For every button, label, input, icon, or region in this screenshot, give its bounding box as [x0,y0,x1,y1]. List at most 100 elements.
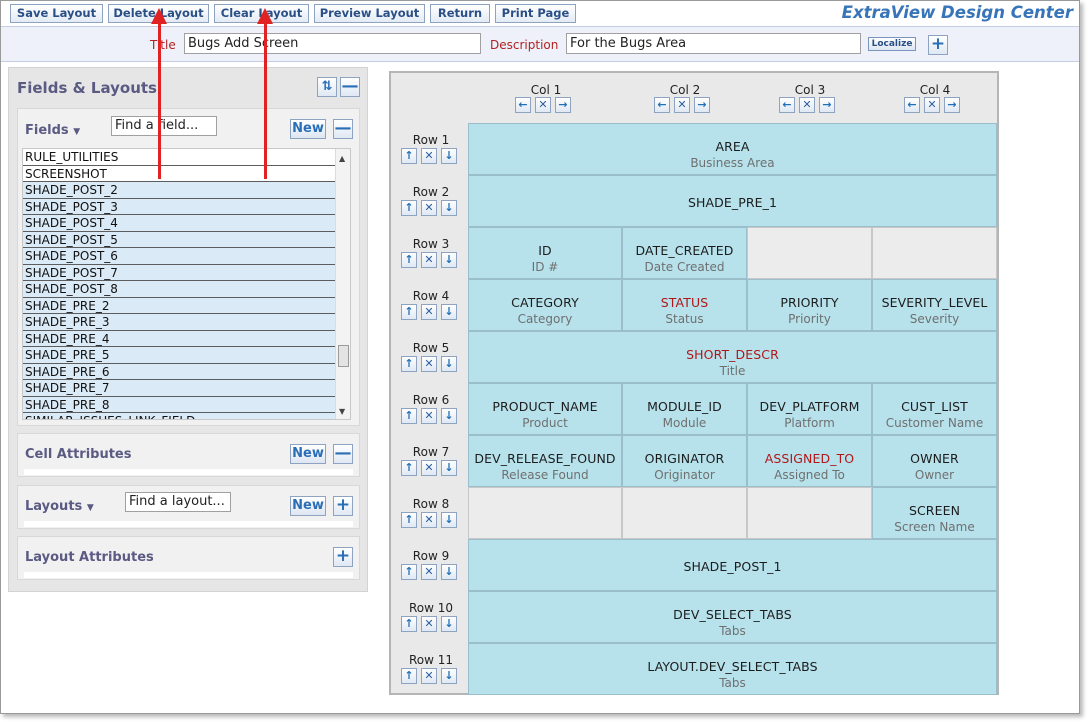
field-list-item[interactable]: SHADE_POST_7 [23,264,336,281]
find-layout-input[interactable]: Find a layout... [125,492,231,512]
move-row-up-icon[interactable]: ↑ [401,460,417,476]
layout-cell[interactable]: DEV_SELECT_TABS Tabs [468,591,997,643]
preview-layout-button[interactable]: Preview Layout [314,4,425,23]
description-input[interactable]: For the Bugs Area [566,33,861,54]
layout-cell[interactable]: SHORT_DESCR Title [468,331,997,383]
layout-cell[interactable]: SCREEN Screen Name [872,487,997,539]
move-row-down-icon[interactable]: ↓ [441,304,457,320]
remove-row-icon[interactable]: ✕ [421,356,437,372]
layout-cell[interactable]: DEV_PLATFORM Platform [747,383,872,435]
move-row-down-icon[interactable]: ↓ [441,200,457,216]
field-list-item[interactable]: RULE_UTILITIES [23,149,336,166]
scroll-down-icon[interactable]: ▼ [339,407,345,416]
move-row-up-icon[interactable]: ↑ [401,200,417,216]
empty-cell[interactable] [872,227,997,279]
remove-column-icon[interactable]: ✕ [924,97,940,113]
add-layout-icon[interactable]: + [333,496,353,516]
layout-cell[interactable]: LAYOUT.DEV_SELECT_TABS Tabs [468,643,997,695]
move-column-left-icon[interactable]: ← [654,97,670,113]
field-list-item[interactable]: SIMILAR_ISSUES_LINK_FIELD [23,413,336,419]
layout-cell[interactable]: AREA Business Area [468,123,997,175]
new-layout-button[interactable]: New [290,496,326,516]
move-row-down-icon[interactable]: ↓ [441,252,457,268]
remove-field-icon[interactable]: — [333,119,353,139]
fields-label[interactable]: Fields ▼ [25,123,80,138]
field-list-item[interactable]: SHADE_POST_3 [23,198,336,215]
add-layout-attribute-icon[interactable]: + [333,547,353,567]
layout-cell[interactable]: SHADE_POST_1 [468,539,997,591]
scroll-thumb[interactable] [338,345,349,367]
move-row-down-icon[interactable]: ↓ [441,460,457,476]
field-list-item[interactable]: SHADE_PRE_8 [23,396,336,413]
move-row-up-icon[interactable]: ↑ [401,668,417,684]
remove-row-icon[interactable]: ✕ [421,512,437,528]
layout-cell[interactable]: ID ID # [468,227,622,279]
move-column-left-icon[interactable]: ← [779,97,795,113]
field-list-item[interactable]: SCREENSHOT [23,165,336,182]
save-layout-button[interactable]: Save Layout [10,4,103,23]
field-list-item[interactable]: SHADE_PRE_4 [23,330,336,347]
move-row-down-icon[interactable]: ↓ [441,356,457,372]
remove-column-icon[interactable]: ✕ [799,97,815,113]
move-row-up-icon[interactable]: ↑ [401,564,417,580]
move-row-up-icon[interactable]: ↑ [401,252,417,268]
layout-cell[interactable]: OWNER Owner [872,435,997,487]
layout-cell[interactable]: PRIORITY Priority [747,279,872,331]
remove-row-icon[interactable]: ✕ [421,616,437,632]
field-list-item[interactable]: SHADE_POST_8 [23,281,336,298]
layout-cell[interactable]: DATE_CREATED Date Created [622,227,747,279]
title-input[interactable]: Bugs Add Screen [184,33,481,54]
field-list-item[interactable]: SHADE_POST_6 [23,248,336,265]
localize-button[interactable]: Localize [868,37,916,51]
move-row-down-icon[interactable]: ↓ [441,616,457,632]
field-list[interactable]: RULE_UTILITIES SCREENSHOT SHADE_POST_2 SHAD… [22,148,351,420]
move-column-right-icon[interactable]: → [944,97,960,113]
empty-cell[interactable] [747,487,872,539]
collapse-icon[interactable]: — [340,77,360,97]
move-row-down-icon[interactable]: ↓ [441,408,457,424]
layout-cell[interactable]: ASSIGNED_TO Assigned To [747,435,872,487]
layout-cell[interactable]: CATEGORY Category [468,279,622,331]
empty-cell[interactable] [622,487,747,539]
remove-row-icon[interactable]: ✕ [421,200,437,216]
move-column-right-icon[interactable]: → [555,97,571,113]
move-row-up-icon[interactable]: ↑ [401,408,417,424]
move-column-right-icon[interactable]: → [819,97,835,113]
print-page-button[interactable]: Print Page [495,4,576,23]
move-row-up-icon[interactable]: ↑ [401,148,417,164]
move-row-down-icon[interactable]: ↓ [441,564,457,580]
field-list-item[interactable]: SHADE_POST_5 [23,231,336,248]
field-list-item[interactable]: SHADE_PRE_6 [23,363,336,380]
add-icon[interactable]: + [928,35,948,55]
move-row-down-icon[interactable]: ↓ [441,668,457,684]
find-field-input[interactable]: Find a field... [111,116,217,136]
layout-cell[interactable]: SEVERITY_LEVEL Severity [872,279,997,331]
field-list-scrollbar[interactable]: ▲ ▼ [335,149,350,419]
move-column-left-icon[interactable]: ← [904,97,920,113]
new-cell-attribute-button[interactable]: New [290,444,326,464]
field-list-item[interactable]: SHADE_PRE_2 [23,297,336,314]
fields-caret-icon[interactable]: ▼ [73,127,80,137]
empty-cell[interactable] [747,227,872,279]
return-button[interactable]: Return [430,4,490,23]
remove-row-icon[interactable]: ✕ [421,668,437,684]
field-list-item[interactable]: SHADE_PRE_3 [23,314,336,331]
refresh-icon[interactable]: ⇅ [317,77,337,97]
layout-cell[interactable]: DEV_RELEASE_FOUND Release Found [468,435,622,487]
move-row-up-icon[interactable]: ↑ [401,304,417,320]
remove-row-icon[interactable]: ✕ [421,460,437,476]
remove-cell-attribute-icon[interactable]: — [333,444,353,464]
field-list-item[interactable]: SHADE_PRE_5 [23,347,336,364]
move-row-up-icon[interactable]: ↑ [401,356,417,372]
remove-row-icon[interactable]: ✕ [421,564,437,580]
move-row-up-icon[interactable]: ↑ [401,512,417,528]
remove-column-icon[interactable]: ✕ [674,97,690,113]
move-row-up-icon[interactable]: ↑ [401,616,417,632]
remove-column-icon[interactable]: ✕ [535,97,551,113]
move-column-right-icon[interactable]: → [694,97,710,113]
move-row-down-icon[interactable]: ↓ [441,512,457,528]
new-field-button[interactable]: New [290,119,326,139]
remove-row-icon[interactable]: ✕ [421,252,437,268]
layout-cell[interactable]: ORIGINATOR Originator [622,435,747,487]
field-list-item[interactable]: SHADE_POST_4 [23,215,336,232]
